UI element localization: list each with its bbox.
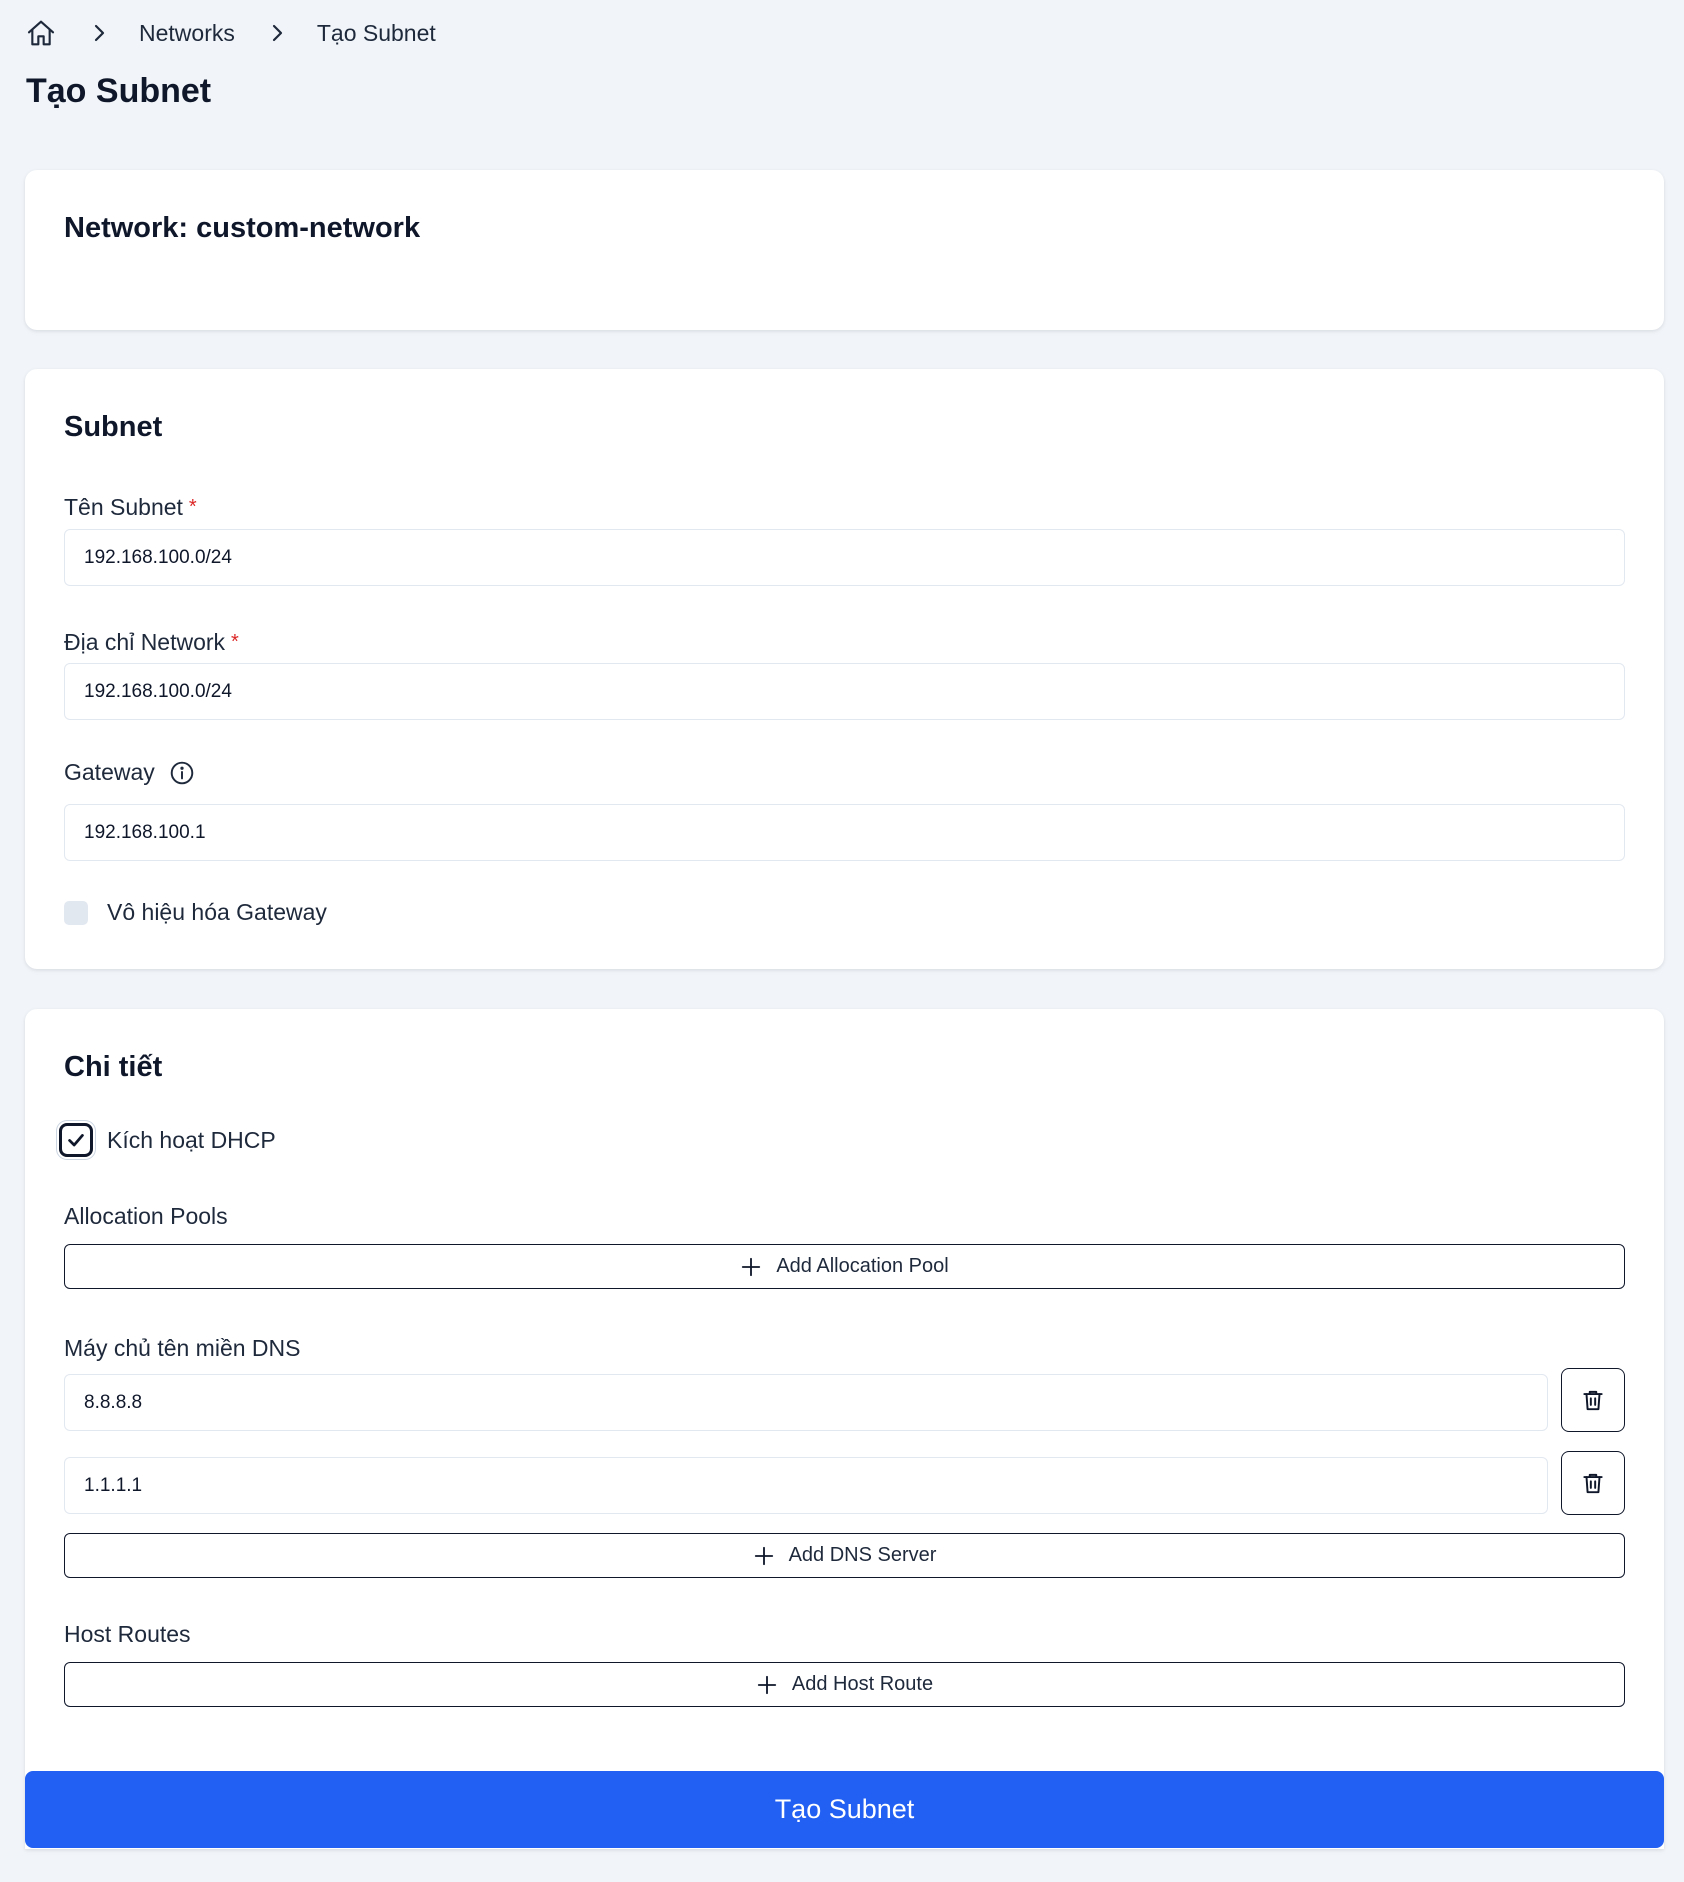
detail-card: Chi tiết Kích hoạt DHCP Allocation Pools…: [25, 1009, 1664, 1849]
breadcrumb-item-current: Tạo Subnet: [316, 19, 436, 46]
dns-label: Máy chủ tên miền DNS: [64, 1335, 301, 1361]
gateway-label-text: Gateway: [64, 759, 155, 785]
chevron-right-icon: [87, 21, 111, 45]
chevron-right-icon: [265, 21, 289, 45]
gateway-input[interactable]: [64, 804, 1625, 861]
plus-icon: [753, 1545, 775, 1567]
plus-icon: [756, 1674, 778, 1696]
create-subnet-button[interactable]: Tạo Subnet: [25, 1771, 1664, 1848]
page-title: Tạo Subnet: [26, 72, 212, 110]
disable-gateway-label: Vô hiệu hóa Gateway: [107, 899, 327, 925]
required-mark: *: [231, 631, 239, 653]
dns-server-input[interactable]: [64, 1374, 1548, 1431]
add-host-route-label: Add Host Route: [791, 1673, 934, 1695]
gateway-label: Gateway: [64, 759, 195, 786]
disable-gateway-checkbox[interactable]: [64, 900, 88, 925]
subnet-name-input[interactable]: [64, 529, 1625, 586]
network-address-label: Địa chỉ Network *: [64, 629, 239, 656]
add-allocation-pool-label: Add Allocation Pool: [776, 1255, 949, 1277]
disable-gateway-row[interactable]: Vô hiệu hóa Gateway: [64, 899, 327, 926]
subnet-name-label-text: Tên Subnet: [64, 494, 183, 520]
breadcrumb: Networks Tạo Subnet: [25, 15, 436, 51]
breadcrumb-item-networks[interactable]: Networks: [139, 20, 235, 47]
subnet-name-label: Tên Subnet *: [64, 494, 197, 521]
host-routes-label: Host Routes: [64, 1621, 191, 1647]
subnet-heading: Subnet: [64, 411, 163, 443]
network-address-input[interactable]: [64, 663, 1625, 720]
trash-icon: [1583, 1473, 1603, 1494]
add-allocation-pool-button[interactable]: Add Allocation Pool: [64, 1244, 1625, 1289]
dhcp-checkbox[interactable]: [59, 1123, 93, 1157]
dns-server-input[interactable]: [64, 1457, 1548, 1514]
network-card: Network: custom-network: [25, 170, 1664, 330]
required-mark: *: [188, 496, 197, 518]
add-dns-server-label: Add DNS Server: [788, 1544, 937, 1566]
trash-icon: [1583, 1390, 1603, 1411]
delete-dns-server-button[interactable]: [1561, 1451, 1625, 1515]
dhcp-row[interactable]: Kích hoạt DHCP: [59, 1123, 276, 1157]
delete-dns-server-button[interactable]: [1561, 1368, 1625, 1432]
home-icon[interactable]: [25, 17, 57, 49]
detail-heading: Chi tiết: [64, 1051, 163, 1083]
network-address-label-text: Địa chỉ Network: [64, 629, 226, 655]
plus-icon: [740, 1256, 762, 1278]
add-dns-server-button[interactable]: Add DNS Server: [64, 1533, 1625, 1578]
network-title: Network: custom-network: [64, 212, 421, 244]
allocation-pools-label: Allocation Pools: [64, 1203, 228, 1229]
check-icon: [68, 1134, 84, 1147]
subnet-card: Subnet Tên Subnet * Địa chỉ Network * Ga…: [25, 369, 1664, 969]
info-icon[interactable]: [169, 760, 195, 786]
add-host-route-button[interactable]: Add Host Route: [64, 1662, 1625, 1707]
dhcp-label: Kích hoạt DHCP: [107, 1126, 276, 1153]
